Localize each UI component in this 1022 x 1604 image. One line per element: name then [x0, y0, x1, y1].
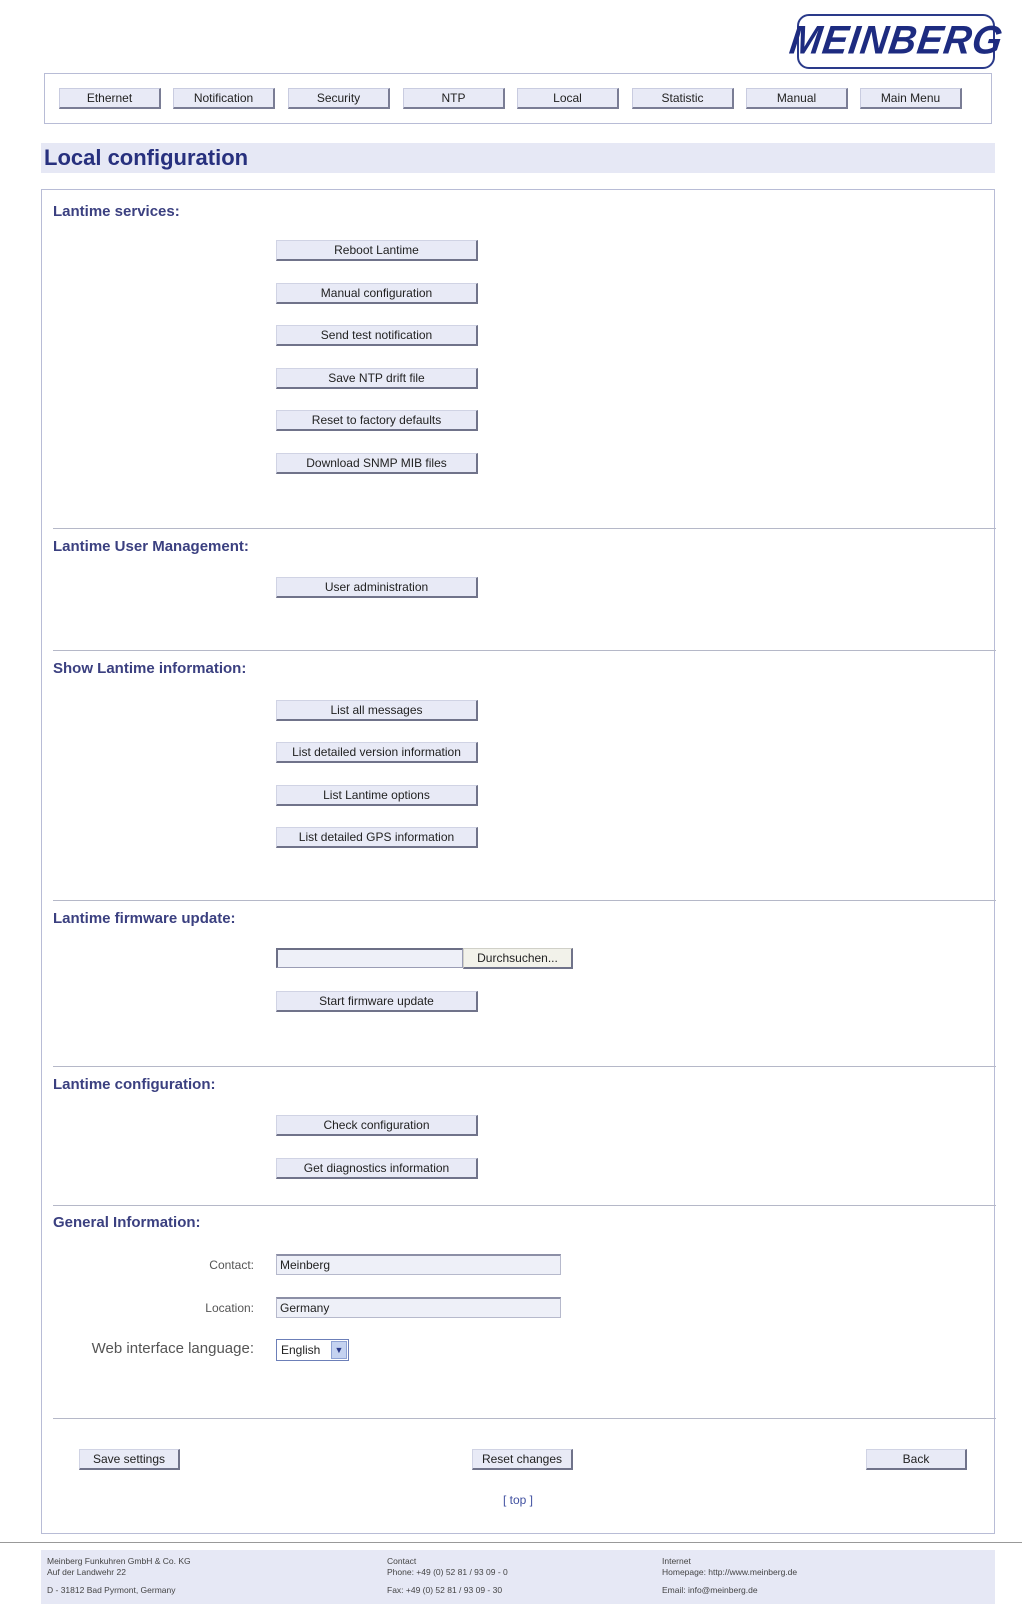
page-title-bar: Local configuration [41, 143, 995, 173]
section-divider [53, 1205, 996, 1206]
reset-factory-defaults-button[interactable]: Reset to factory defaults [276, 410, 478, 431]
back-button[interactable]: Back [866, 1449, 967, 1470]
section-divider [53, 528, 996, 529]
section-title-firmware-update: Lantime firmware update: [53, 910, 236, 927]
footer-contact: Contact Phone: +49 (0) 52 81 / 93 09 - 0… [387, 1556, 508, 1596]
footer-company: Meinberg Funkuhren GmbH & Co. KG Auf der… [47, 1556, 191, 1596]
section-title-configuration: Lantime configuration: [53, 1076, 216, 1093]
section-divider [53, 1418, 996, 1419]
nav-main-menu-button[interactable]: Main Menu [860, 88, 962, 109]
section-title-general-information: General Information: [53, 1214, 201, 1231]
list-all-messages-button[interactable]: List all messages [276, 700, 478, 721]
reboot-lantime-button[interactable]: Reboot Lantime [276, 240, 478, 261]
location-field[interactable]: Germany [276, 1297, 561, 1318]
footer-company-name: Meinberg Funkuhren GmbH & Co. KG [47, 1556, 191, 1566]
firmware-file-input[interactable] [276, 948, 463, 968]
get-diagnostics-button[interactable]: Get diagnostics information [276, 1158, 478, 1179]
language-select[interactable]: English ▼ [276, 1339, 349, 1361]
download-snmp-mib-button[interactable]: Download SNMP MIB files [276, 453, 478, 474]
list-lantime-options-button[interactable]: List Lantime options [276, 785, 478, 806]
chevron-down-icon[interactable]: ▼ [331, 1341, 347, 1359]
location-label: Location: [205, 1301, 254, 1315]
top-navigation: Ethernet Notification Security NTP Local… [44, 73, 992, 124]
nav-security-button[interactable]: Security [288, 88, 390, 109]
language-selected-value: English [281, 1343, 321, 1357]
nav-ethernet-button[interactable]: Ethernet [59, 88, 161, 109]
footer-phone: Phone: +49 (0) 52 81 / 93 09 - 0 [387, 1567, 508, 1577]
section-divider [53, 1066, 996, 1067]
save-settings-button[interactable]: Save settings [79, 1449, 180, 1470]
contact-field[interactable]: Meinberg [276, 1254, 561, 1275]
top-link[interactable]: [ top ] [503, 1493, 533, 1507]
language-label: Web interface language: [91, 1340, 254, 1357]
footer-company-street: Auf der Landwehr 22 [47, 1567, 126, 1577]
section-title-services: Lantime services: [53, 203, 180, 220]
section-divider [53, 900, 996, 901]
start-firmware-update-button[interactable]: Start firmware update [276, 991, 478, 1012]
footer-homepage-link[interactable]: Homepage: http://www.meinberg.de [662, 1567, 797, 1577]
user-administration-button[interactable]: User administration [276, 577, 478, 598]
page-title: Local configuration [44, 145, 249, 170]
footer-divider [0, 1542, 1022, 1543]
nav-notification-button[interactable]: Notification [173, 88, 275, 109]
footer-internet: Internet Homepage: http://www.meinberg.d… [662, 1556, 797, 1596]
list-gps-information-button[interactable]: List detailed GPS information [276, 827, 478, 848]
section-title-user-management: Lantime User Management: [53, 538, 249, 555]
nav-local-button[interactable]: Local [517, 88, 619, 109]
check-configuration-button[interactable]: Check configuration [276, 1115, 478, 1136]
nav-statistic-button[interactable]: Statistic [632, 88, 734, 109]
list-version-information-button[interactable]: List detailed version information [276, 742, 478, 763]
manual-configuration-button[interactable]: Manual configuration [276, 283, 478, 304]
contact-label: Contact: [209, 1258, 254, 1272]
footer-company-city: D - 31812 Bad Pyrmont, Germany [47, 1585, 176, 1595]
save-ntp-drift-file-button[interactable]: Save NTP drift file [276, 368, 478, 389]
footer: Meinberg Funkuhren GmbH & Co. KG Auf der… [41, 1550, 995, 1604]
browse-button[interactable]: Durchsuchen... [463, 948, 573, 969]
section-title-show-information: Show Lantime information: [53, 660, 247, 677]
nav-ntp-button[interactable]: NTP [403, 88, 505, 109]
send-test-notification-button[interactable]: Send test notification [276, 325, 478, 346]
section-divider [53, 650, 996, 651]
footer-contact-heading: Contact [387, 1556, 417, 1566]
main-content-panel [41, 189, 995, 1534]
nav-manual-button[interactable]: Manual [746, 88, 848, 109]
reset-changes-button[interactable]: Reset changes [472, 1449, 573, 1470]
footer-email-link[interactable]: Email: info@meinberg.de [662, 1585, 797, 1596]
logo-text: MEINBERG [786, 18, 1006, 64]
meinberg-logo: MEINBERG [787, 14, 1006, 69]
footer-internet-heading: Internet [662, 1556, 691, 1566]
footer-fax: Fax: +49 (0) 52 81 / 93 09 - 30 [387, 1585, 503, 1595]
